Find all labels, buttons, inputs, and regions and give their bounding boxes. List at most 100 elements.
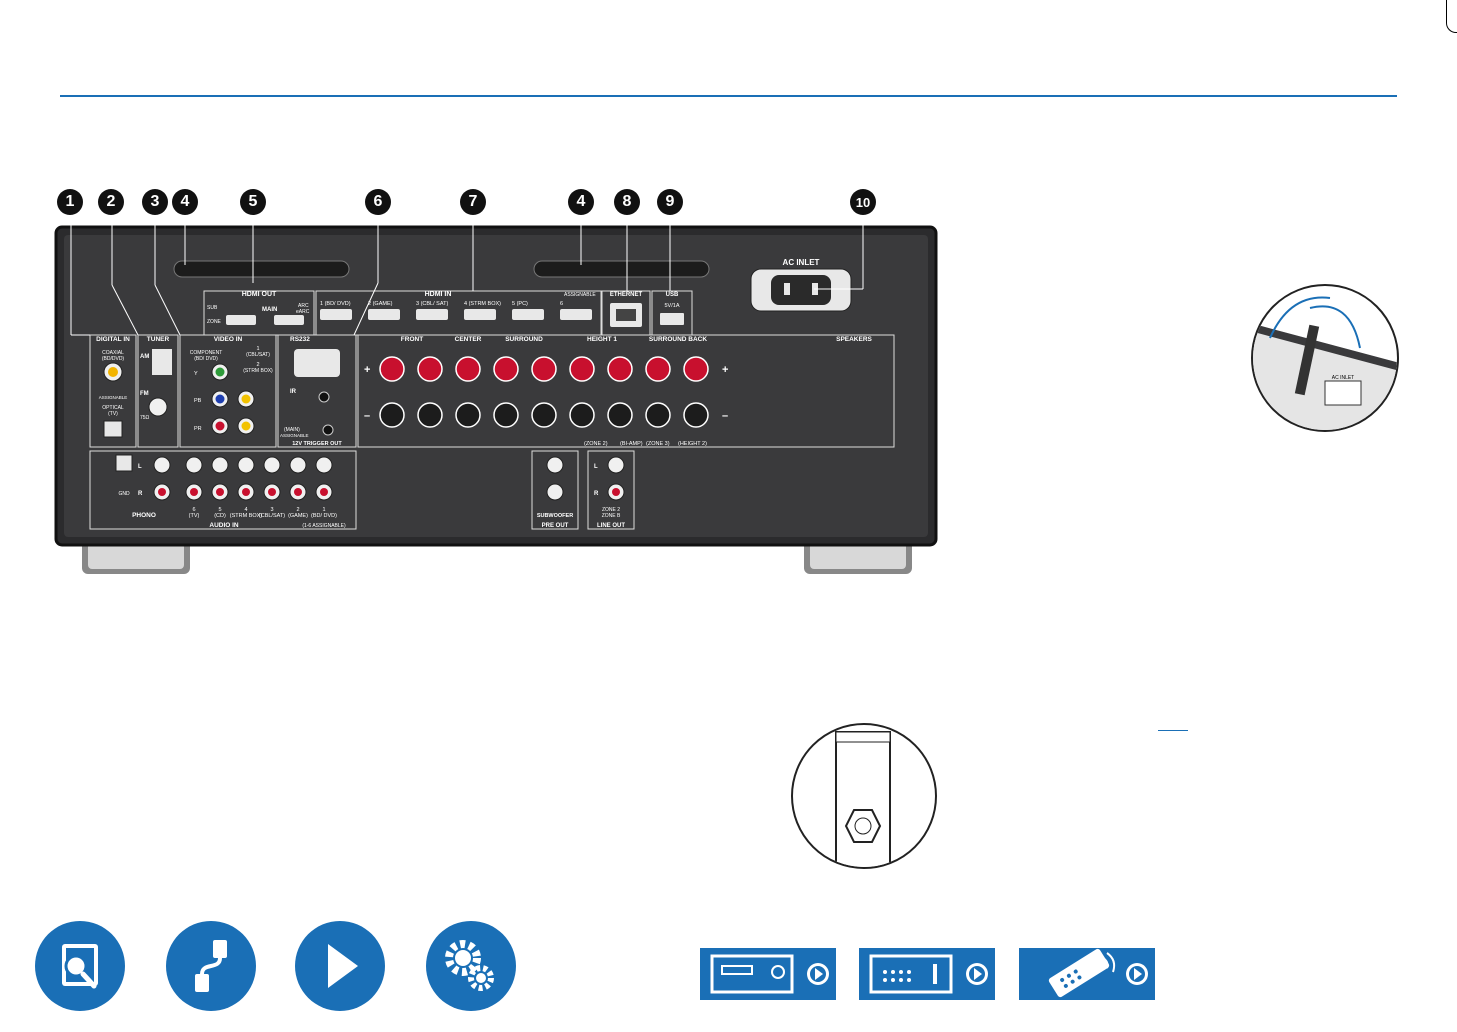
svg-text:SURROUND BACK: SURROUND BACK [649, 336, 707, 343]
svg-text:ASSIGNABLE: ASSIGNABLE [280, 433, 309, 438]
antenna-left [173, 260, 350, 278]
ethernet-label: ETHERNET [610, 292, 643, 298]
svg-text:ZONE B: ZONE B [602, 513, 621, 519]
rs232-label: RS232 [290, 336, 310, 343]
speakers-label: SPEAKERS [836, 336, 872, 343]
contents-nav-button[interactable] [35, 921, 125, 1011]
svg-text:(ZONE 2): (ZONE 2) [584, 441, 608, 447]
screw-detail-inset [791, 723, 937, 869]
svg-text:AC INLET: AC INLET [1332, 375, 1355, 381]
svg-text:L: L [594, 464, 598, 470]
callout-6: 6 [365, 189, 391, 215]
svg-text:75Ω: 75Ω [140, 415, 150, 421]
svg-text:5V/1A: 5V/1A [665, 303, 680, 309]
svg-text:ASSIGNABLE: ASSIGNABLE [99, 395, 128, 400]
svg-text:SUB: SUB [207, 305, 218, 311]
svg-text:(ZONE 3): (ZONE 3) [646, 441, 670, 447]
svg-text:–: – [364, 410, 370, 422]
front-panel-icon [710, 954, 829, 994]
gears-icon [445, 940, 494, 991]
usb-port [660, 313, 684, 325]
callout-4a: 4 [172, 189, 198, 215]
svg-text:(BI-AMP): (BI-AMP) [620, 441, 643, 447]
svg-text:2 (GAME): 2 (GAME) [368, 301, 393, 307]
callout-10: 10 [850, 189, 876, 215]
svg-text:AM: AM [140, 354, 149, 360]
svg-text:(HEIGHT 2): (HEIGHT 2) [678, 441, 707, 447]
svg-text:3 (CBL/ SAT): 3 (CBL/ SAT) [416, 301, 448, 307]
svg-text:(CBL/SAT): (CBL/SAT) [246, 352, 270, 358]
svg-text:(BD/ DVD): (BD/ DVD) [194, 356, 218, 362]
pre-out-label: PRE OUT [542, 523, 569, 529]
callout-row: 1 2 3 4 5 6 7 4 8 9 10 [0, 0, 1457, 230]
svg-text:PR: PR [194, 426, 202, 432]
svg-text:+: + [722, 364, 728, 376]
svg-text:4 (STRM BOX): 4 (STRM BOX) [464, 301, 501, 307]
svg-text:(STRM BOX): (STRM BOX) [243, 368, 273, 374]
svg-text:(CD): (CD) [214, 513, 226, 519]
line-out-label: LINE OUT [597, 523, 625, 529]
svg-text:MAIN: MAIN [262, 307, 277, 313]
svg-text:(TV): (TV) [189, 513, 200, 519]
svg-text:PB: PB [194, 398, 202, 404]
svg-text:(CBL/SAT): (CBL/SAT) [259, 513, 285, 519]
svg-text:FM: FM [140, 391, 149, 397]
callout-5: 5 [240, 189, 266, 215]
svg-text:Y: Y [194, 371, 198, 377]
remote-nav-button[interactable] [1019, 948, 1155, 1000]
rs232-port [294, 349, 340, 377]
usb-label: USB [666, 292, 679, 298]
svg-text:eARC: eARC [296, 309, 310, 315]
antenna-right [533, 260, 710, 278]
svg-text:GND: GND [118, 491, 130, 497]
svg-text:5 (PC): 5 (PC) [512, 301, 528, 307]
svg-text:(BD/ DVD): (BD/ DVD) [311, 513, 337, 519]
svg-text:L: L [138, 464, 142, 470]
svg-text:R: R [594, 491, 599, 497]
svg-text:CENTER: CENTER [455, 336, 482, 343]
remote-icon [1048, 948, 1148, 998]
rear-panel-icon [869, 954, 988, 994]
front-panel-nav-button[interactable] [700, 948, 836, 1000]
svg-text:(1-6 ASSIGNABLE): (1-6 ASSIGNABLE) [302, 523, 346, 529]
ac-inlet-label: AC INLET [783, 258, 820, 267]
svg-text:(BD/DVD): (BD/DVD) [102, 356, 125, 362]
setup-nav-button[interactable] [426, 921, 516, 1011]
svg-text:SURROUND: SURROUND [505, 336, 543, 343]
svg-text:ASSIGNABLE: ASSIGNABLE [564, 292, 596, 298]
callout-4b: 4 [568, 189, 594, 215]
cable-icon [195, 940, 227, 992]
hdmi-out-label: HDMI OUT [242, 291, 277, 298]
callout-9: 9 [657, 189, 683, 215]
digital-in-label: DIGITAL IN [96, 336, 130, 343]
svg-text:R: R [138, 491, 143, 497]
connections-nav-button[interactable] [166, 921, 256, 1011]
book-search-icon [62, 944, 98, 989]
antenna-detail-inset: AC INLET [1251, 284, 1399, 432]
svg-text:+: + [364, 364, 370, 376]
svg-text:FRONT: FRONT [401, 336, 423, 343]
svg-text:(STRM BOX): (STRM BOX) [230, 513, 263, 519]
callout-8: 8 [614, 189, 640, 215]
svg-text:ZONE: ZONE [207, 319, 222, 325]
rear-panel-nav-button[interactable] [859, 948, 995, 1000]
video-in-label: VIDEO IN [214, 336, 243, 343]
audio-in-label: AUDIO IN [209, 522, 239, 529]
ir-label: IR [290, 389, 297, 395]
callout-3: 3 [142, 189, 168, 215]
callout-1: 1 [57, 189, 83, 215]
phono-label: PHONO [132, 512, 156, 519]
svg-text:6: 6 [560, 301, 563, 307]
tuner-label: TUNER [147, 336, 170, 343]
svg-text:SUBWOOFER: SUBWOOFER [537, 513, 573, 519]
playback-nav-button[interactable] [295, 921, 385, 1011]
svg-text:(TV): (TV) [108, 411, 118, 417]
link-underline[interactable] [1158, 730, 1188, 731]
callout-7: 7 [460, 189, 486, 215]
svg-text:(GAME): (GAME) [288, 513, 308, 519]
rear-panel-diagram: AC INLET HDMI OUT SUB ZONE MAIN ARC eARC… [54, 225, 938, 574]
svg-text:–: – [722, 410, 728, 422]
svg-text:1 (BD/ DVD): 1 (BD/ DVD) [320, 301, 351, 307]
hdmi-in-label: HDMI IN [425, 291, 452, 298]
trigger-out-label: 12V TRIGGER OUT [292, 441, 342, 447]
